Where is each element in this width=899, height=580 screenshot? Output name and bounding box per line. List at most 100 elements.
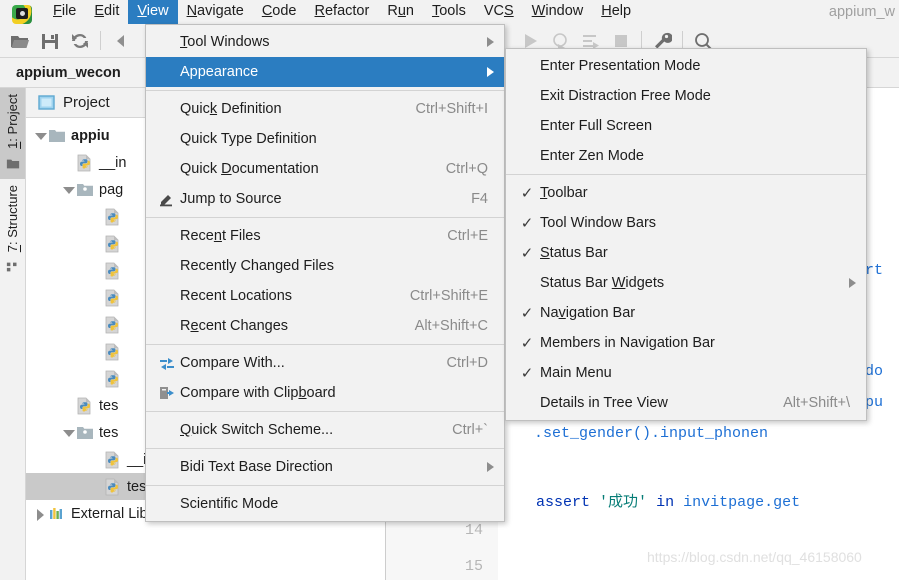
menu-vcs[interactable]: VCS — [475, 0, 523, 24]
menu-item-compare-with-clipboard[interactable]: Compare with Clipboard — [146, 378, 504, 408]
menu-item-label: Navigation Bar — [540, 305, 636, 321]
menu-item-label: Recently Changed Files — [180, 258, 334, 274]
python-file-icon — [105, 370, 119, 387]
menu-item-shortcut: Ctrl+Q — [445, 161, 488, 177]
menu-item-status-bar-widgets[interactable]: Status Bar Widgets — [506, 268, 866, 298]
menu-item-label: Bidi Text Base Direction — [180, 459, 333, 475]
menu-item-label: Scientific Mode — [180, 496, 279, 512]
menu-item-label: Status Bar — [540, 245, 608, 261]
menu-item-compare-with[interactable]: Compare With... Ctrl+D — [146, 348, 504, 378]
menu-separator — [146, 485, 504, 486]
menu-item-label: Status Bar Widgets — [540, 275, 665, 291]
python-file-icon — [105, 451, 119, 468]
python-file-icon — [105, 235, 119, 252]
python-file-icon — [105, 208, 119, 225]
sync-icon[interactable] — [70, 31, 90, 51]
menu-item-toolbar[interactable]: ✓ Toolbar — [506, 178, 866, 208]
menu-item-recent-locations[interactable]: Recent Locations Ctrl+Shift+E — [146, 281, 504, 311]
tree-node-icon — [104, 478, 122, 496]
menu-item-icon — [154, 355, 180, 371]
appearance-submenu-popup: Enter Presentation Mode Exit Distraction … — [505, 48, 867, 421]
collapse-arrow-icon[interactable] — [60, 425, 76, 441]
menu-item-enter-full-screen[interactable]: Enter Full Screen — [506, 111, 866, 141]
tree-node-icon — [104, 208, 122, 226]
menu-item-navigation-bar[interactable]: ✓ Navigation Bar — [506, 298, 866, 328]
breadcrumb[interactable]: appium_wecon — [0, 65, 121, 81]
menu-item-label: Tool Windows — [180, 34, 270, 50]
menu-item-tool-windows[interactable]: Tool Windows — [146, 27, 504, 57]
open-folder-icon[interactable] — [10, 31, 30, 51]
menu-item-shortcut: Alt+Shift+C — [414, 318, 488, 334]
tree-node-icon — [76, 181, 94, 199]
back-icon[interactable] — [111, 31, 131, 51]
python-file-icon — [105, 343, 119, 360]
tree-node-icon — [76, 397, 94, 415]
menu-window[interactable]: Window — [523, 0, 593, 24]
menu-item-recent-files[interactable]: Recent Files Ctrl+E — [146, 221, 504, 251]
menu-separator — [146, 344, 504, 345]
check-mark-icon: ✓ — [520, 364, 534, 382]
string-literal: '成功' — [599, 494, 648, 511]
menu-item-recent-changes[interactable]: Recent Changes Alt+Shift+C — [146, 311, 504, 341]
menu-item-jump-to-source[interactable]: Jump to Source F4 — [146, 184, 504, 214]
menu-item-label: Enter Presentation Mode — [540, 58, 701, 74]
menu-refactor[interactable]: Refactor — [306, 0, 379, 24]
menu-separator — [146, 217, 504, 218]
tree-node-icon — [104, 235, 122, 253]
menu-item-label: Appearance — [180, 64, 259, 80]
python-file-icon — [77, 154, 91, 171]
menu-item-enter-presentation-mode[interactable]: Enter Presentation Mode — [506, 51, 866, 81]
menu-item-members-in-navigation-bar[interactable]: ✓ Members in Navigation Bar — [506, 328, 866, 358]
menu-item-main-menu[interactable]: ✓ Main Menu — [506, 358, 866, 388]
menu-file[interactable]: File — [44, 0, 85, 24]
keyword-assert: assert — [536, 494, 591, 511]
tree-node-label: tes — [99, 424, 119, 441]
compare-clipboard-icon — [160, 387, 174, 399]
tree-node-label: __in — [99, 154, 127, 171]
tree-node-icon — [104, 289, 122, 307]
pycharm-logo-icon — [12, 4, 34, 24]
sidebar-item-project[interactable]: 1: Project — [0, 88, 25, 179]
collapse-arrow-icon[interactable] — [60, 182, 76, 198]
menu-item-status-bar[interactable]: ✓ Status Bar — [506, 238, 866, 268]
tool-window-stripe-left: 1: Project 7: Structure — [0, 88, 26, 580]
menu-item-quick-type-definition[interactable]: Quick Type Definition — [146, 124, 504, 154]
menu-item-scientific-mode[interactable]: Scientific Mode — [146, 489, 504, 519]
menu-view[interactable]: View — [128, 0, 178, 24]
menu-item-appearance[interactable]: Appearance — [146, 57, 504, 87]
tree-node-icon — [104, 262, 122, 280]
menu-item-quick-definition[interactable]: Quick Definition Ctrl+Shift+I — [146, 94, 504, 124]
menu-item-shortcut: Ctrl+Shift+E — [409, 288, 488, 304]
menu-edit[interactable]: Edit — [85, 0, 128, 24]
assert-statement-line: assert '成功' in invitpage.get — [536, 490, 800, 511]
menu-item-exit-distraction-free-mode[interactable]: Exit Distraction Free Mode — [506, 81, 866, 111]
libraries-icon — [50, 507, 62, 519]
collapse-arrow-icon[interactable] — [32, 128, 48, 144]
menu-separator — [146, 448, 504, 449]
menu-item-quick-switch-scheme[interactable]: Quick Switch Scheme... Ctrl+` — [146, 415, 504, 445]
menu-item-label: Toolbar — [540, 185, 588, 201]
menu-code[interactable]: Code — [253, 0, 306, 24]
menu-help[interactable]: Help — [592, 0, 640, 24]
menu-item-quick-documentation[interactable]: Quick Documentation Ctrl+Q — [146, 154, 504, 184]
menu-item-details-in-tree-view[interactable]: Details in Tree View Alt+Shift+\ — [506, 388, 866, 418]
menu-item-icon — [154, 385, 180, 401]
menu-item-label: Jump to Source — [180, 191, 282, 207]
sidebar-item-structure[interactable]: 7: Structure — [0, 179, 25, 282]
menu-item-tool-window-bars[interactable]: ✓ Tool Window Bars — [506, 208, 866, 238]
menu-tools[interactable]: Tools — [423, 0, 475, 24]
save-icon[interactable] — [40, 31, 60, 51]
menu-item-recently-changed-files[interactable]: Recently Changed Files — [146, 251, 504, 281]
menu-item-label: Quick Type Definition — [180, 131, 317, 147]
structure-icon — [6, 262, 16, 272]
menu-item-icon — [154, 191, 180, 207]
menu-navigate[interactable]: Navigate — [178, 0, 253, 24]
pycharm-window: File Edit View Navigate Code Refactor Ru… — [0, 0, 899, 580]
menu-item-bidi-text-base-direction[interactable]: Bidi Text Base Direction — [146, 452, 504, 482]
menu-item-enter-zen-mode[interactable]: Enter Zen Mode — [506, 141, 866, 171]
expand-arrow-icon[interactable] — [32, 506, 48, 522]
menu-run[interactable]: Run — [378, 0, 423, 24]
